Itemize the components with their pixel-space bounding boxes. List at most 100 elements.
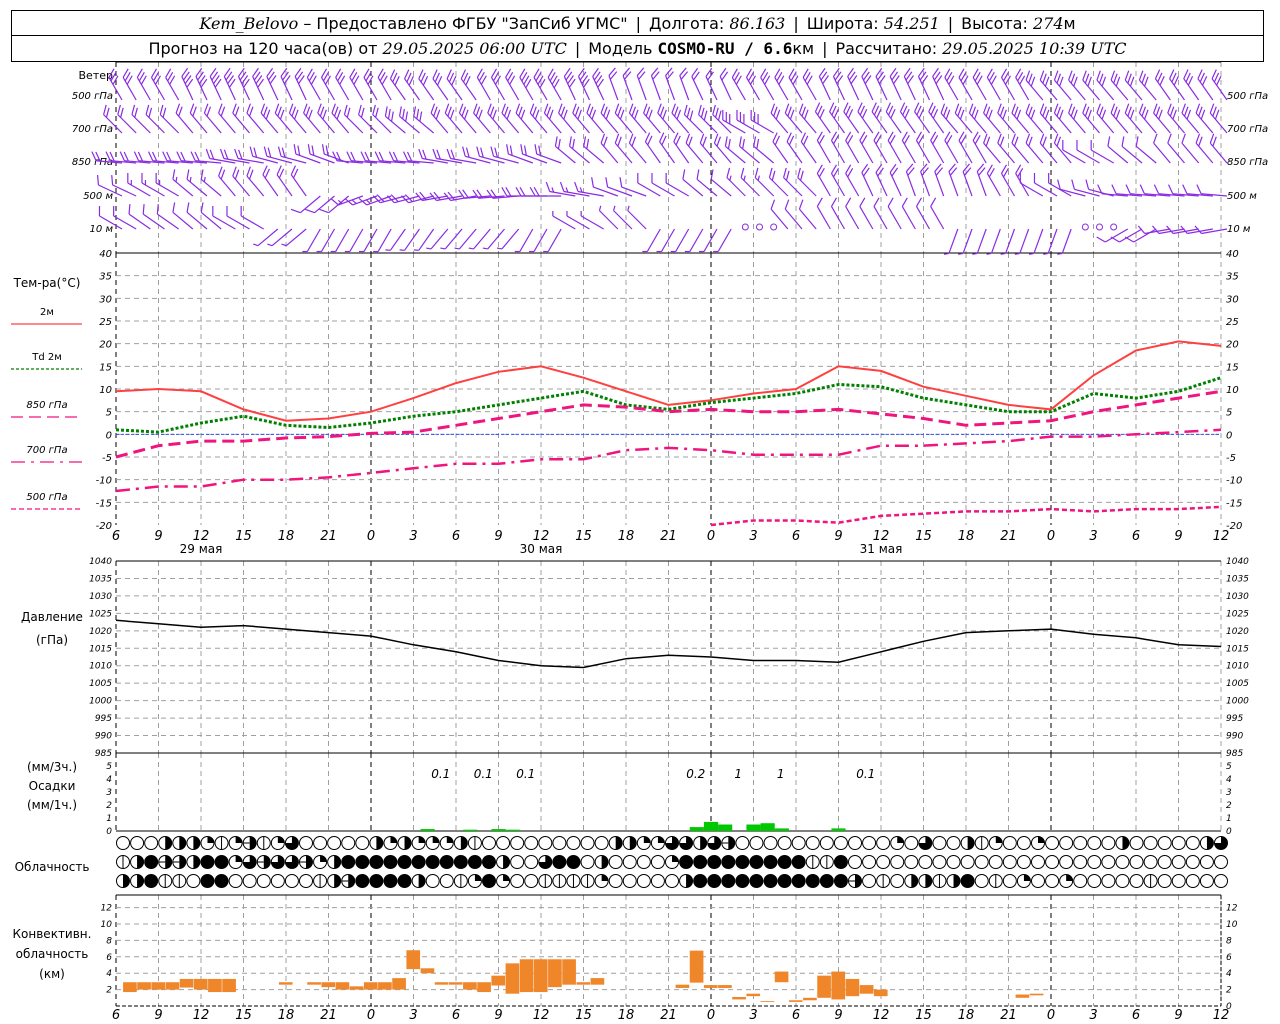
wind-barb-feather (422, 75, 429, 86)
cloud-half-fill (686, 874, 693, 888)
cloud-cover-icon (284, 855, 299, 869)
time-tick-label-bottom: 0 (367, 1008, 375, 1023)
cloud-quarter-fill (235, 836, 243, 843)
wind-barb-staff (458, 228, 477, 250)
wind-barb-feather (885, 102, 892, 112)
time-tick-label-bottom: 3 (409, 1008, 417, 1023)
cloud-half-fill (306, 855, 313, 869)
wind-barb (816, 164, 831, 197)
wind-barb-feather (501, 103, 506, 114)
wind-barb-feather (1113, 106, 1118, 117)
wind-barb-feather (671, 103, 676, 114)
wind-barb-feather (1125, 184, 1131, 194)
cloud-cover-icon (228, 874, 243, 888)
wind-barb-feather (416, 108, 420, 119)
cloud-cover-icon (214, 836, 229, 850)
cloud-cover-icon (1101, 836, 1116, 850)
wind-barb-feather (156, 204, 159, 215)
cloud-circle (566, 836, 581, 850)
wind-barb-feather (833, 108, 839, 119)
cloud-circle (1129, 836, 1144, 850)
cloud-cover-icon (327, 874, 342, 888)
time-tick-label-bottom: 3 (1089, 1008, 1097, 1023)
precip-bar (505, 829, 520, 831)
cloud-circle (355, 874, 370, 888)
cloud-circle (228, 874, 243, 888)
cloud-cover-icon (1045, 874, 1060, 888)
wind-barb-half-feather (454, 247, 460, 250)
wind-barb (986, 228, 1001, 255)
wind-barb-feather (783, 167, 787, 178)
wind-barb (986, 68, 1001, 101)
wind-barb-feather (682, 169, 686, 180)
wind-barb-feather (374, 151, 380, 161)
wind-barb (232, 103, 250, 134)
cloud-circle (1171, 874, 1186, 888)
cloud-cover-icon (425, 836, 440, 850)
wind-barb-feather (726, 167, 731, 178)
cloud-cover-icon (1157, 874, 1172, 888)
wind-level-label: 10 м (90, 224, 114, 235)
wind-barb-feather (716, 136, 722, 147)
wind-barb-feather (932, 108, 939, 119)
cloud-circle (214, 874, 229, 888)
cloud-cover-icon (665, 874, 679, 888)
wind-barb-feather (333, 106, 339, 117)
wind-barb (954, 103, 973, 134)
cloud-circle (1171, 855, 1186, 869)
conv-cloud-bar (774, 971, 789, 983)
wind-barb (816, 197, 831, 230)
wind-barb (914, 102, 930, 134)
cloud-cover-icon (327, 855, 342, 869)
cloud-cover-icon (833, 836, 848, 850)
wind-barb-half-feather (366, 199, 371, 204)
wind-barb-feather (819, 108, 825, 119)
temp-tick-label: 15 (99, 362, 112, 373)
wind-barb (1181, 133, 1200, 164)
cloud-cover-icon (453, 836, 468, 850)
cloud-cover-icon (1214, 855, 1228, 869)
cloud-cover-icon (1073, 836, 1088, 850)
wind-barb (770, 103, 789, 134)
wind-barb-feather (1073, 76, 1078, 87)
pressure-tick-label: 1000 (89, 697, 112, 707)
cloud-cover-icon (439, 855, 454, 869)
wind-barb-half-feather (175, 176, 178, 182)
wind-barb (190, 151, 222, 164)
cloud-circle (946, 855, 961, 869)
cloud-circle (608, 855, 623, 869)
cloud-circle (1016, 855, 1031, 869)
wind-barb-feather (857, 102, 863, 112)
cloud-circle (200, 874, 215, 888)
cloud-circle (932, 855, 947, 869)
wind-barb (997, 103, 1015, 134)
wind-barb-feather (1169, 69, 1175, 79)
wind-barb (614, 133, 633, 164)
cloud-circle (510, 836, 525, 850)
cloud-circle (411, 855, 426, 869)
wind-barb-staff (501, 228, 520, 250)
wind-barb-feather (830, 197, 838, 207)
cloud-circle (1199, 874, 1214, 888)
wind-barb (685, 133, 704, 164)
conv-tick-label: 12 (101, 904, 113, 914)
cloud-cover-icon (650, 874, 665, 888)
wind-barb-feather (545, 181, 551, 192)
wind-barb-feather (1101, 109, 1107, 120)
wind-barb (798, 103, 817, 134)
cloud-cover-icon (1087, 874, 1102, 888)
cloud-cover-icon (707, 874, 722, 888)
wind-barb-feather (1153, 133, 1158, 144)
wind-barb (889, 163, 902, 197)
wind-barb (845, 197, 860, 230)
wind-barb-feather (220, 106, 226, 117)
wind-barb-feather (559, 181, 565, 192)
cloud-circle (383, 874, 398, 888)
wind-barb-feather (297, 145, 301, 156)
wind-barb (1096, 70, 1115, 101)
wind-barb-staff (1153, 142, 1171, 164)
wind-barb-staff (901, 206, 916, 230)
wind-barb-feather (538, 145, 542, 156)
wind-barb-feather (617, 106, 622, 117)
conv-cloud-bar (703, 985, 718, 988)
